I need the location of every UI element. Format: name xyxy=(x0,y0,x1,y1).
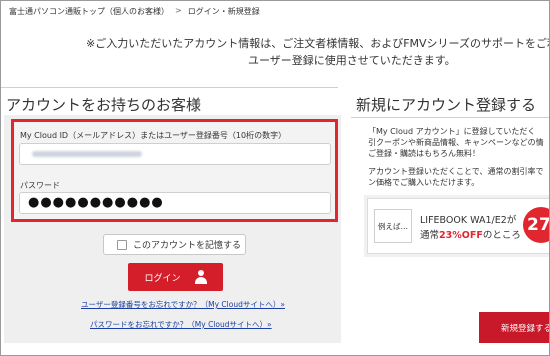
price-badge: 27 xyxy=(523,207,549,243)
breadcrumb-separator: > xyxy=(175,6,182,15)
register-divider xyxy=(351,117,549,118)
deal-prefix: 通常 xyxy=(420,230,440,241)
discount-example-card: 例えば… LIFEBOOK WA1/E2が 通常23%OFFのところ 27 xyxy=(367,198,549,254)
forgot-password-link[interactable]: パスワードをお忘れですか？（My Cloudサイトへ）» xyxy=(90,319,272,330)
login-form-box: My Cloud ID（メールアドレス）またはユーザー登録番号（10桁の数字） … xyxy=(11,119,338,222)
login-button-label: ログイン xyxy=(144,273,181,284)
id-input-blurred-value xyxy=(32,151,142,157)
register-text-line-1: 「My Cloud アカウント」に登録していただく xyxy=(368,127,536,136)
remember-checkbox[interactable] xyxy=(117,239,127,250)
breadcrumb-current: ログイン・新規登録 xyxy=(187,7,260,16)
register-button[interactable]: 新規登録する xyxy=(479,312,549,343)
deal-suffix: のところ xyxy=(482,230,521,241)
id-input[interactable] xyxy=(19,143,331,165)
breadcrumb: 富士通パソコン通販トップ（個人のお客様） > ログイン・新規登録 xyxy=(9,6,260,17)
password-input[interactable]: ●●●●●●●●●●● xyxy=(19,192,331,214)
existing-account-title: アカウントをお持ちのお客様 xyxy=(6,96,202,114)
register-text-line-2: 引クーポンや新商品情報、キャンペーンなどの情 xyxy=(368,138,544,147)
password-field-label: パスワード xyxy=(20,181,60,190)
new-account-title: 新規にアカウント登録する xyxy=(356,96,537,114)
login-button[interactable]: ログイン xyxy=(128,263,223,291)
register-text-line-3: ご登録・購読はもちろん無料！ xyxy=(368,149,480,158)
register-text-line-5: ン価格でご購入いただけます。 xyxy=(368,178,480,187)
user-icon xyxy=(194,270,207,284)
example-label: 例えば… xyxy=(374,209,412,243)
notice-line-2: ユーザー登録に使用させていただきます。 xyxy=(248,54,456,67)
remember-account-toggle[interactable]: このアカウントを記憶する xyxy=(103,234,246,255)
deal-text: 通常23%OFFのところ xyxy=(420,227,521,241)
section-divider xyxy=(1,87,338,88)
forgot-user-number-link[interactable]: ユーザー登録番号をお忘れですか？（My Cloudサイトへ）» xyxy=(81,299,285,310)
password-masked-value: ●●●●●●●●●●● xyxy=(28,195,164,210)
deal-discount: 23%OFF xyxy=(439,230,483,241)
product-name: LIFEBOOK WA1/E2が xyxy=(420,215,517,226)
page-frame: 富士通パソコン通販トップ（個人のお客様） > ログイン・新規登録 ※ご入力いただ… xyxy=(0,0,550,356)
notice-line-1: ※ご入力いただいたアカウント情報は、ご注文者様情報、およびFMVシリーズのサポー… xyxy=(86,37,550,50)
breadcrumb-home-link[interactable]: 富士通パソコン通販トップ（個人のお客様） xyxy=(9,6,169,17)
remember-label: このアカウントを記憶する xyxy=(133,241,242,251)
id-field-label: My Cloud ID（メールアドレス）またはユーザー登録番号（10桁の数字） xyxy=(20,131,287,140)
register-text-line-4: アカウント登録いただくことで、通常の割引率で xyxy=(368,167,544,176)
